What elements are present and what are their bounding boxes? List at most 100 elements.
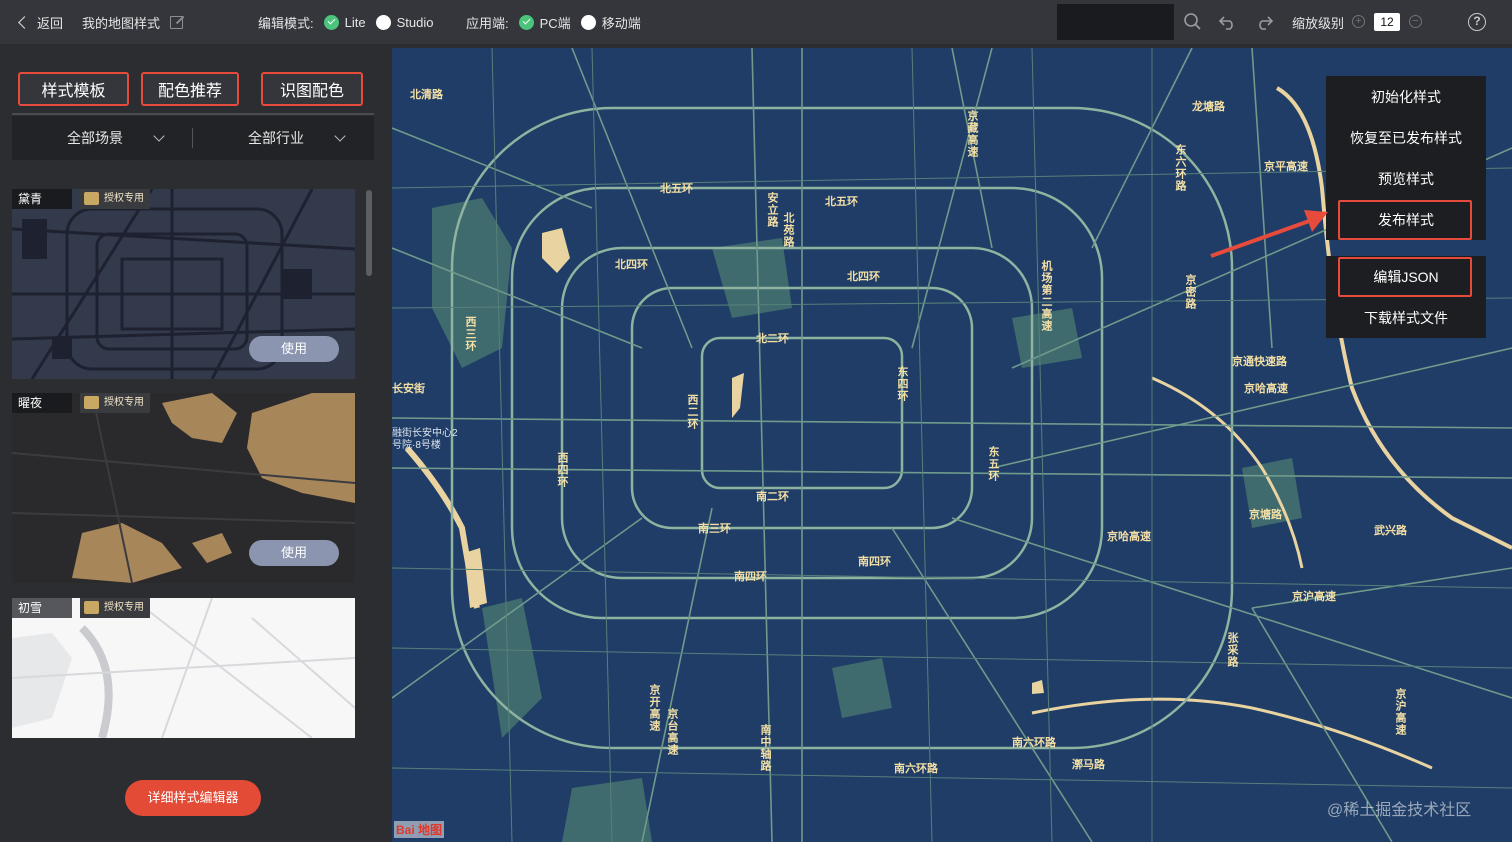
road-label: 龙塘路 — [1192, 101, 1225, 113]
road-label: 东六环路 — [1174, 144, 1186, 192]
road-label: 北苑路 — [782, 212, 794, 248]
edit-icon[interactable] — [170, 15, 184, 29]
road-label: 京哈高速 — [1244, 383, 1288, 395]
edit-json-item[interactable]: 编辑JSON — [1326, 256, 1486, 297]
restore-published-item[interactable]: 恢复至已发布样式 — [1326, 117, 1486, 158]
baidu-logo: Bai 地图 — [394, 821, 445, 838]
road-label: 北四环 — [847, 271, 880, 283]
init-style-item[interactable]: 初始化样式 — [1326, 76, 1486, 117]
tab-style-template[interactable]: 样式模板 — [18, 72, 129, 106]
preview-style-item[interactable]: 预览样式 — [1326, 158, 1486, 199]
watermark: @稀土掘金技术社区 — [1327, 802, 1472, 819]
license-badge: 授权专用 — [80, 393, 150, 413]
road-label: 西三环 — [464, 316, 476, 352]
tab-divider — [12, 113, 374, 115]
zoom-label: 缩放级别 — [1292, 15, 1345, 31]
template-card-daiqing[interactable]: 黛青 授权专用 使用 — [12, 189, 355, 379]
road-label: 北五环 — [825, 196, 858, 208]
road-label: 南六环路 — [1012, 737, 1056, 749]
card-name: 黛青 — [12, 189, 72, 209]
road-label: 南中轴路 — [759, 724, 771, 772]
industry-filter-label: 全部行业 — [248, 130, 304, 146]
chevron-left-icon — [18, 15, 31, 29]
crown-icon — [84, 192, 99, 205]
industry-filter[interactable]: 全部行业 — [248, 116, 346, 160]
help-icon[interactable]: ? — [1468, 13, 1486, 31]
mode-studio[interactable]: Studio — [397, 15, 434, 30]
road-label: 京平高速 — [1264, 161, 1308, 173]
road-label: 长安街 — [392, 383, 425, 395]
poi-label: 融街长安中心2号院·8号楼 — [392, 428, 458, 451]
platform-pc[interactable]: PC端 — [540, 13, 571, 32]
road-label: 南六环路 — [894, 763, 938, 775]
road-label: 安立路 — [766, 192, 778, 228]
road-label: 北五环 — [660, 183, 693, 195]
radio-checked-icon[interactable] — [518, 14, 534, 30]
road-label: 京沪高速 — [1292, 591, 1336, 603]
back-button[interactable]: 返回 — [18, 0, 64, 44]
road-label: 张采路 — [1226, 632, 1238, 668]
road-label: 京台高速 — [666, 708, 678, 756]
badge-text: 授权专用 — [104, 193, 144, 204]
road-label: 南二环 — [756, 491, 789, 503]
undo-icon[interactable] — [1218, 12, 1238, 32]
crown-icon — [84, 601, 99, 614]
road-label: 东五环 — [987, 446, 999, 482]
scene-filter[interactable]: 全部场景 — [67, 116, 165, 160]
template-card-yaoye[interactable]: 曜夜 授权专用 使用 — [12, 393, 355, 583]
license-badge: 授权专用 — [80, 189, 150, 209]
road-label: 京藏高速 — [966, 110, 978, 158]
annotation-arrow-icon — [1210, 210, 1328, 258]
search-icon[interactable] — [1183, 12, 1203, 32]
road-label: 漷马路 — [1072, 759, 1105, 771]
filter-divider — [192, 128, 193, 148]
search-box[interactable] — [1057, 4, 1174, 40]
chuxue-preview — [12, 598, 355, 738]
redo-icon[interactable] — [1254, 12, 1274, 32]
road-label: 北二环 — [756, 333, 789, 345]
style-sidebar: 样式模板 配色推荐 识图配色 全部场景 全部行业 黛青 授权专用 使用 曜夜 授… — [0, 44, 390, 842]
road-label: 京塘路 — [1249, 509, 1282, 521]
download-style-item[interactable]: 下载样式文件 — [1326, 297, 1486, 338]
badge-text: 授权专用 — [104, 602, 144, 613]
scene-filter-label: 全部场景 — [67, 130, 123, 146]
use-button[interactable]: 使用 — [249, 540, 339, 566]
zoom-in-icon[interactable]: + — [1352, 15, 1365, 28]
road-label: 北四环 — [615, 259, 648, 271]
radio-unchecked-icon[interactable] — [375, 14, 391, 30]
road-label: 京通快速路 — [1232, 356, 1287, 368]
road-label: 机场第二高速 — [1040, 260, 1052, 332]
road-label: 南三环 — [698, 523, 731, 535]
radio-checked-icon[interactable] — [323, 14, 339, 30]
back-label: 返回 — [37, 15, 64, 31]
road-label: 北清路 — [410, 89, 443, 101]
mode-lite[interactable]: Lite — [345, 15, 366, 30]
top-bar: 返回 我的地图样式 编辑模式: Lite Studio 应用端: PC端 移动端… — [0, 0, 1512, 44]
tab-image-color[interactable]: 识图配色 — [261, 72, 363, 106]
road-label: 南四环 — [858, 556, 891, 568]
page-title: 我的地图样式 — [82, 15, 161, 31]
sidebar-scrollbar[interactable] — [366, 190, 372, 276]
template-card-chuxue[interactable]: 初雪 授权专用 — [12, 598, 355, 738]
road-label: 京密路 — [1184, 274, 1196, 310]
license-badge: 授权专用 — [80, 598, 150, 618]
tab-color-recommend[interactable]: 配色推荐 — [141, 72, 239, 106]
detail-style-editor-button[interactable]: 详细样式编辑器 — [125, 780, 261, 816]
card-name: 曜夜 — [12, 393, 72, 413]
edit-mode-group: 编辑模式: Lite Studio — [258, 0, 433, 44]
road-label: 京开高速 — [648, 684, 660, 732]
publish-style-item[interactable]: 发布样式 — [1326, 199, 1486, 240]
map-style-title: 我的地图样式 — [82, 0, 184, 44]
platform-mobile[interactable]: 移动端 — [602, 13, 641, 32]
road-label: 西四环 — [556, 452, 568, 488]
platform-label: 应用端: — [466, 15, 509, 31]
chevron-down-icon — [334, 130, 346, 142]
style-action-menu: 初始化样式 恢复至已发布样式 预览样式 发布样式 — [1326, 76, 1486, 240]
filter-bar: 全部场景 全部行业 — [12, 116, 374, 160]
card-name: 初雪 — [12, 598, 72, 618]
radio-unchecked-icon[interactable] — [580, 14, 596, 30]
road-label: 武兴路 — [1374, 525, 1407, 537]
use-button[interactable]: 使用 — [249, 336, 339, 362]
zoom-out-icon[interactable]: − — [1409, 15, 1422, 28]
zoom-level-value[interactable]: 12 — [1374, 13, 1400, 31]
